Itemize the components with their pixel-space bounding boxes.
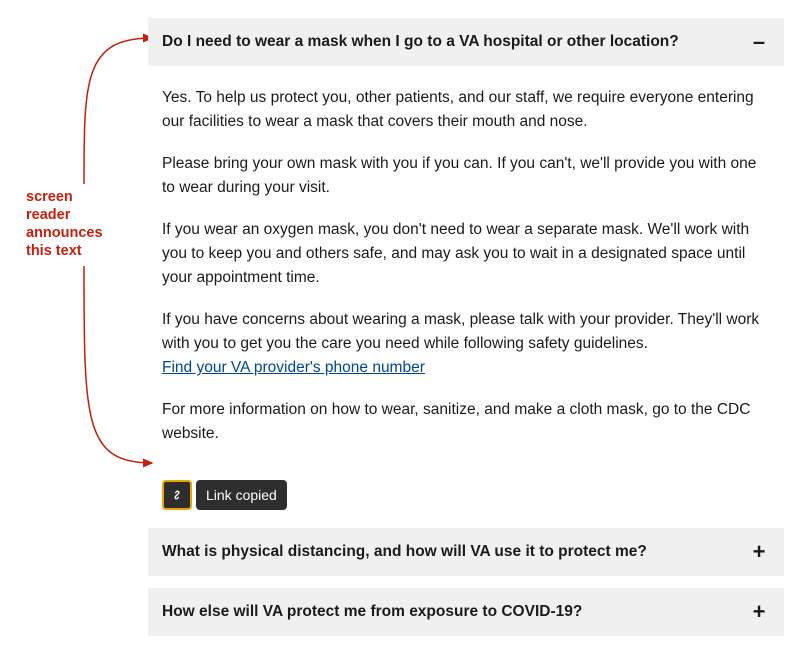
provider-phone-link[interactable]: Find your VA provider's phone number bbox=[162, 359, 425, 376]
minus-icon: – bbox=[750, 31, 768, 53]
body-paragraph: For more information on how to wear, san… bbox=[162, 398, 770, 446]
link-copy-row: Link copied bbox=[162, 480, 784, 510]
plus-icon: + bbox=[750, 601, 768, 623]
body-paragraph: If you have concerns about wearing a mas… bbox=[162, 308, 770, 380]
accordion-title: Do I need to wear a mask when I go to a … bbox=[162, 33, 679, 51]
accordion-body-mask: Yes. To help us protect you, other patie… bbox=[148, 66, 784, 470]
accordion-title: What is physical distancing, and how wil… bbox=[162, 543, 647, 561]
accordion-item-exposure: How else will VA protect me from exposur… bbox=[148, 588, 784, 636]
body-paragraph: Please bring your own mask with you if y… bbox=[162, 152, 770, 200]
accordion-list: Do I need to wear a mask when I go to a … bbox=[148, 18, 784, 648]
body-text: If you have concerns about wearing a mas… bbox=[162, 311, 759, 352]
accordion-header-exposure[interactable]: How else will VA protect me from exposur… bbox=[148, 588, 784, 636]
link-copied-badge: Link copied bbox=[196, 480, 287, 510]
plus-icon: + bbox=[750, 541, 768, 563]
body-paragraph: Yes. To help us protect you, other patie… bbox=[162, 86, 770, 134]
accordion-item-mask: Do I need to wear a mask when I go to a … bbox=[148, 18, 784, 510]
copy-link-button[interactable] bbox=[162, 480, 192, 510]
screen-reader-annotation: screen reader announces this text bbox=[26, 188, 116, 261]
body-paragraph: If you wear an oxygen mask, you don't ne… bbox=[162, 218, 770, 290]
accordion-title: How else will VA protect me from exposur… bbox=[162, 603, 582, 621]
accordion-header-mask[interactable]: Do I need to wear a mask when I go to a … bbox=[148, 18, 784, 66]
accordion-item-distancing: What is physical distancing, and how wil… bbox=[148, 528, 784, 576]
link-icon bbox=[169, 487, 185, 503]
accordion-header-distancing[interactable]: What is physical distancing, and how wil… bbox=[148, 528, 784, 576]
